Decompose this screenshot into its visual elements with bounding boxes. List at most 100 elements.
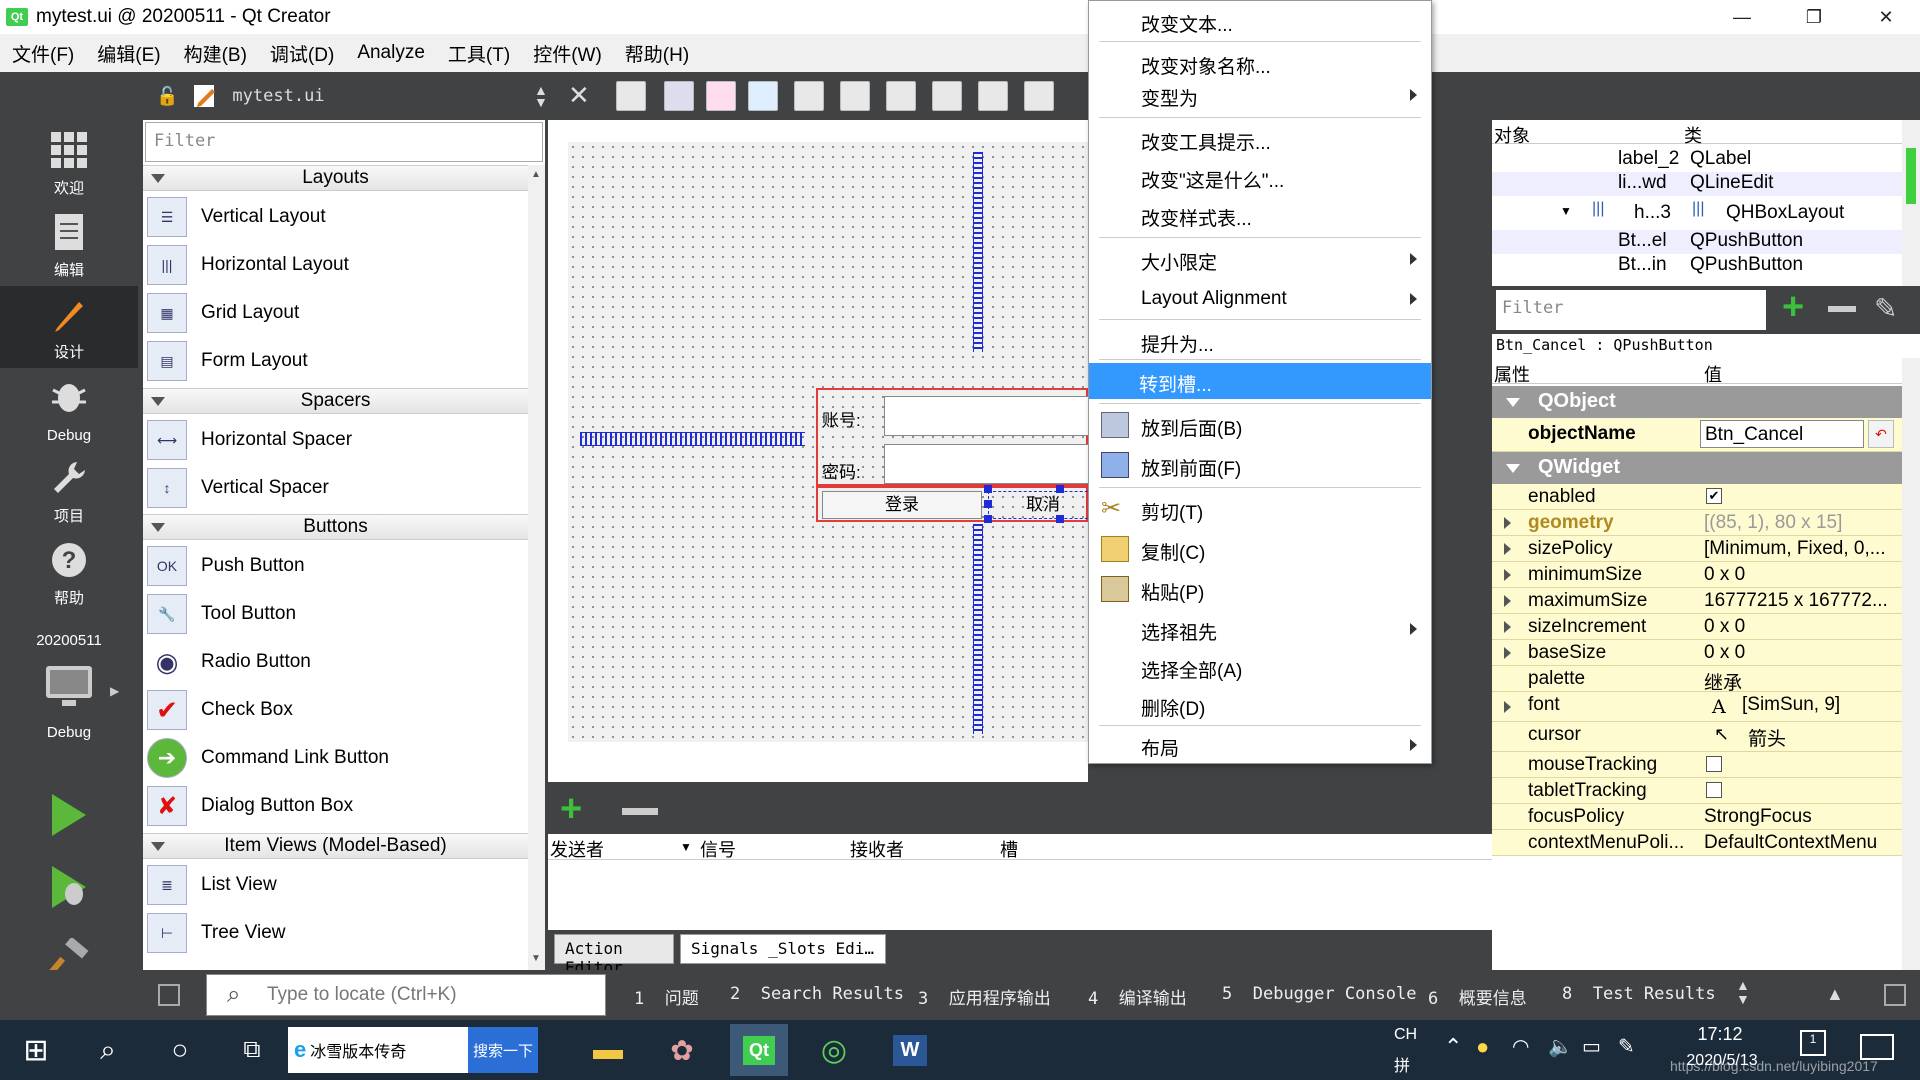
widget-check-box[interactable]: ✔ Check Box [147, 688, 527, 732]
battery-icon[interactable]: ▭ [1582, 1034, 1601, 1059]
remove-connection-icon[interactable] [622, 808, 658, 815]
edit-signals-icon[interactable] [664, 81, 694, 111]
windows-start-icon[interactable]: ⊞ [14, 1028, 58, 1072]
output-tab-issues[interactable]: 1 问题 [634, 984, 699, 1009]
clock-time[interactable]: 17:12 [1680, 1024, 1760, 1045]
menu-help[interactable]: 帮助(H) [625, 40, 689, 67]
property-value[interactable]: 继承 [1704, 668, 1902, 695]
layout-grid-icon[interactable] [1024, 81, 1054, 111]
prop-font[interactable]: font A [SimSun, 9] [1492, 692, 1902, 722]
menu-debug[interactable]: 调试(D) [270, 40, 334, 67]
maximize-button[interactable]: ❐ [1786, 0, 1842, 34]
widget-vertical-layout[interactable]: ☰ Vertical Layout [147, 195, 527, 239]
col-value[interactable]: 值 [1704, 361, 1722, 387]
action-center-icon[interactable] [1860, 1034, 1894, 1060]
widget-form-layout[interactable]: ▤ Form Layout [147, 339, 527, 383]
col-property[interactable]: 属性 [1494, 361, 1530, 387]
output-tab-search[interactable]: 2 Search Results [730, 984, 904, 1004]
property-value[interactable]: 0 x 0 [1704, 642, 1902, 664]
object-row[interactable]: ▼ ||| h...3 ||| QHBoxLayout [1492, 200, 1902, 228]
layout-vertical-icon[interactable] [840, 81, 870, 111]
widget-vertical-spacer[interactable]: ↕ Vertical Spacer [147, 466, 527, 510]
widget-horizontal-spacer[interactable]: ⟷ Horizontal Spacer [147, 418, 527, 462]
widget-dialog-button-box[interactable]: ✘ Dialog Button Box [147, 784, 527, 828]
col-slot[interactable]: 槽 [1000, 836, 1018, 862]
add-property-icon[interactable]: + [1782, 286, 1804, 329]
ime-language[interactable]: CH [1394, 1026, 1417, 1044]
output-tab-debugger[interactable]: 5 Debugger Console [1222, 984, 1417, 1004]
category-layouts[interactable]: Layouts [143, 165, 528, 191]
layout-form-icon[interactable] [978, 81, 1008, 111]
word-icon[interactable]: W [888, 1028, 932, 1072]
vertical-spacer-top[interactable] [973, 152, 983, 352]
objectname-input[interactable]: Btn_Cancel [1700, 420, 1864, 448]
widget-grid-layout[interactable]: ▦ Grid Layout [147, 291, 527, 335]
layout-v-splitter-icon[interactable] [932, 81, 962, 111]
reset-icon[interactable]: ↶ [1868, 420, 1894, 448]
more-tabs-icon[interactable]: ▲ ▼ [1736, 978, 1750, 1006]
prop-sizepolicy[interactable]: sizePolicy [Minimum, Fixed, 0,... [1492, 536, 1902, 562]
tray-up-icon[interactable]: ⌃ [1444, 1034, 1462, 1060]
paint-app-icon[interactable]: ✿ [660, 1028, 704, 1072]
menu-file[interactable]: 文件(F) [12, 40, 74, 67]
prop-palette[interactable]: palette 继承 [1492, 666, 1902, 695]
menu-select-ancestor[interactable]: 选择祖先 [1091, 611, 1429, 647]
menu-change-whats-this[interactable]: 改变"这是什么"... [1091, 159, 1429, 195]
widget-tree-view[interactable]: ⊢ Tree View [147, 911, 527, 955]
taskbar-search-box[interactable]: e 冰雪版本传奇 [288, 1027, 468, 1073]
locator-input[interactable]: ⌕ Type to locate (Ctrl+K) [206, 974, 606, 1016]
run-icon[interactable] [48, 790, 90, 840]
menu-size-constraints[interactable]: 大小限定 [1091, 241, 1429, 277]
menu-select-all[interactable]: 选择全部(A) [1091, 649, 1429, 685]
checkbox[interactable] [1706, 756, 1722, 772]
widget-list-view[interactable]: ≣ List View [147, 863, 527, 907]
notification-icon[interactable]: 1 [1800, 1030, 1826, 1056]
close-button[interactable]: ✕ [1858, 0, 1914, 34]
vertical-spacer-bottom[interactable] [973, 524, 983, 734]
form-editor-surface[interactable]: 账号: 密码: 登录 取消 [568, 142, 1098, 742]
widget-tool-button[interactable]: 🔧 Tool Button [147, 592, 527, 636]
prop-minimumsize[interactable]: minimumSize 0 x 0 [1492, 562, 1902, 588]
prop-geometry[interactable]: geometry [(85, 1), 80 x 15] [1492, 510, 1902, 536]
scroll-down-icon[interactable]: ▼ [531, 953, 541, 964]
menu-tools[interactable]: 工具(T) [448, 40, 510, 67]
col-class[interactable]: 类 [1684, 122, 1702, 148]
checkbox[interactable]: ✔ [1706, 488, 1722, 504]
menu-change-stylesheet[interactable]: 改变样式表... [1091, 197, 1429, 233]
property-value[interactable]: [Minimum, Fixed, 0,... [1704, 538, 1902, 560]
remove-property-icon[interactable] [1828, 306, 1856, 312]
menu-change-text[interactable]: 改变文本... [1091, 3, 1429, 39]
prop-tablettracking[interactable]: tabletTracking [1492, 778, 1902, 804]
tab-signals-slots[interactable]: Signals _Slots Edi… [680, 934, 886, 964]
mode-debug[interactable]: Debug [0, 368, 138, 450]
edit-widgets-icon[interactable] [616, 81, 646, 111]
prop-enabled[interactable]: enabled ✔ [1492, 484, 1902, 510]
col-sender[interactable]: 发送者 [550, 836, 604, 862]
login-button[interactable]: 登录 [822, 491, 982, 519]
debug-run-icon[interactable] [48, 862, 90, 912]
tray-app-icon[interactable]: ● [1476, 1034, 1489, 1060]
mode-help[interactable]: ? 帮助 [0, 532, 138, 614]
close-editor-icon[interactable]: ✕ [568, 80, 590, 111]
open-file-name[interactable]: mytest.ui [232, 86, 324, 106]
output-tab-compile[interactable]: 4 编译输出 [1088, 984, 1187, 1009]
toggle-right-sidebar-icon[interactable] [1884, 984, 1906, 1006]
menu-build[interactable]: 构建(B) [184, 40, 247, 67]
prop-objectname[interactable]: objectName Btn_Cancel ↶ [1492, 418, 1902, 452]
output-tab-tests[interactable]: 8 Test Results [1562, 984, 1716, 1004]
property-value[interactable]: [SimSun, 9] [1742, 694, 1920, 716]
add-connection-icon[interactable]: + [560, 788, 582, 831]
checkbox[interactable] [1706, 782, 1722, 798]
prop-sizeincrement[interactable]: sizeIncrement 0 x 0 [1492, 614, 1902, 640]
mode-edit[interactable]: 编辑 [0, 204, 138, 286]
menu-layout[interactable]: 布局 [1091, 727, 1429, 763]
layout-horizontal-icon[interactable] [794, 81, 824, 111]
property-value[interactable]: 16777215 x 167772... [1704, 590, 1902, 612]
browser-icon[interactable]: ◎ [812, 1028, 856, 1072]
prop-cursor[interactable]: cursor ↖ 箭头 [1492, 722, 1902, 752]
group-qwidget[interactable]: QWidget [1492, 452, 1902, 484]
mode-design[interactable]: 设计 [0, 286, 138, 368]
cancel-button-selected[interactable]: 取消 [988, 491, 1098, 519]
menu-go-to-slot[interactable]: 转到槽... [1089, 363, 1431, 399]
search-icon[interactable]: ⌕ [86, 1028, 130, 1072]
